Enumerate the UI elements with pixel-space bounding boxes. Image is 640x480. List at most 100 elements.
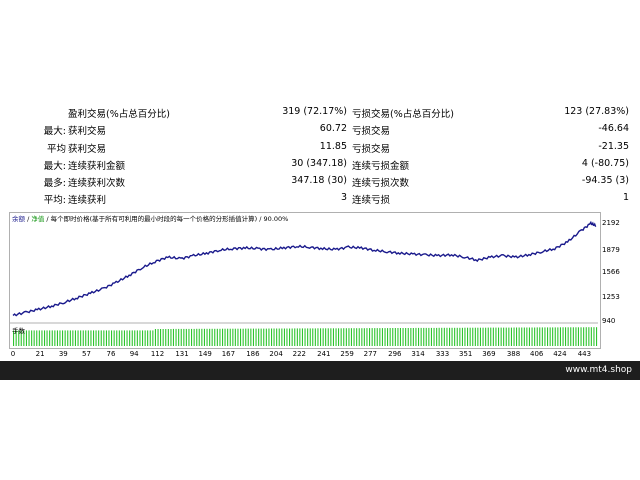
volume-bar: [443, 327, 445, 346]
volume-bar: [219, 328, 221, 346]
volume-bar: [31, 330, 33, 346]
volume-bar: [93, 330, 95, 346]
x-tick-label: 443: [577, 350, 592, 358]
volume-bar: [278, 328, 280, 346]
volume-bar: [366, 328, 368, 346]
volume-bar: [170, 329, 172, 346]
x-tick-label: 39: [58, 350, 68, 358]
volume-bar: [147, 330, 149, 346]
volume-bar: [572, 327, 574, 346]
volume-bar: [134, 330, 136, 346]
volume-bar: [44, 330, 46, 346]
volume-bar: [464, 327, 466, 346]
y-tick-label: 1879: [602, 246, 620, 254]
volume-bar: [41, 330, 43, 346]
x-tick-label: 186: [246, 350, 260, 358]
volume-bar: [485, 327, 487, 346]
volume-bar: [498, 327, 500, 346]
volume-bar: [399, 328, 401, 346]
volume-bar: [265, 328, 267, 346]
volume-bar: [247, 328, 249, 346]
volume-bar: [371, 328, 373, 346]
volume-bar: [108, 330, 110, 346]
volume-bar: [526, 327, 528, 346]
x-tick-label: 369: [482, 350, 496, 358]
volume-bar: [193, 328, 195, 346]
volume-bar: [46, 330, 48, 346]
volume-bar: [255, 328, 257, 346]
balance-line: [12, 220, 597, 317]
volume-bar: [430, 327, 432, 346]
volume-bar: [423, 327, 425, 346]
volume-bar: [314, 328, 316, 346]
volume-bar: [588, 327, 590, 346]
volume-bar: [175, 328, 177, 346]
volume-bar: [51, 330, 53, 346]
volume-bar: [456, 327, 458, 346]
volume-bar: [245, 328, 247, 346]
volume-bar: [203, 328, 205, 346]
volume-bar: [487, 327, 489, 346]
volume-bar: [327, 328, 329, 346]
volume-bar: [593, 327, 595, 346]
volume-bar: [438, 327, 440, 346]
volume-bar: [575, 327, 577, 346]
volume-bar: [410, 328, 412, 346]
volume-bar: [549, 327, 551, 346]
volume-bar: [276, 328, 278, 346]
volume-bar: [490, 327, 492, 346]
volume-bar: [384, 328, 386, 346]
volume-bar: [240, 328, 242, 346]
volume-bar: [271, 328, 273, 346]
volume-bar: [451, 327, 453, 346]
volume-bar: [477, 327, 479, 346]
volume-bar: [38, 330, 40, 346]
volume-bar: [547, 327, 549, 346]
volume-bar: [557, 327, 559, 346]
x-tick-label: 76: [106, 350, 116, 358]
volume-bar: [154, 329, 156, 346]
volume-bar: [232, 328, 234, 346]
volume-bar: [118, 330, 120, 346]
volume-bar: [583, 327, 585, 346]
volume-bar: [356, 328, 358, 346]
footer-bar: www.mt4.shop: [0, 361, 640, 380]
x-tick-label: 259: [340, 350, 354, 358]
x-tick-label: 333: [435, 350, 450, 358]
x-tick-label: 222: [292, 350, 306, 358]
volume-bar: [544, 327, 546, 346]
volume-bar: [340, 328, 342, 346]
volume-bar: [59, 330, 61, 346]
volume-bar: [312, 328, 314, 346]
volume-bar: [343, 328, 345, 346]
volume-bar: [260, 328, 262, 346]
volume-bar: [62, 330, 64, 346]
volume-bar: [317, 328, 319, 346]
volume-bar: [149, 330, 151, 346]
volume-bar: [131, 330, 133, 346]
volume-bar: [521, 327, 523, 346]
x-tick-label: 204: [269, 350, 283, 358]
volume-bar: [376, 328, 378, 346]
volume-bar: [268, 328, 270, 346]
volume-bar: [428, 327, 430, 346]
volume-bar: [534, 327, 536, 346]
volume-bar: [350, 328, 352, 346]
volume-bar: [353, 328, 355, 346]
volume-bar: [389, 328, 391, 346]
volume-bar: [472, 327, 474, 346]
volume-bar: [518, 327, 520, 346]
volume-bar: [129, 330, 131, 346]
volume-bar: [449, 327, 451, 346]
volume-bar: [320, 328, 322, 346]
volume-bar: [74, 330, 76, 346]
volume-bar: [206, 328, 208, 346]
volume-bar: [28, 330, 30, 346]
volume-bar: [299, 328, 301, 346]
volume-bar: [178, 328, 180, 346]
volume-bar: [67, 330, 69, 346]
volume-bar: [482, 327, 484, 346]
volume-bar: [80, 330, 82, 346]
volume-bar: [335, 328, 337, 346]
volume-bar: [369, 328, 371, 346]
